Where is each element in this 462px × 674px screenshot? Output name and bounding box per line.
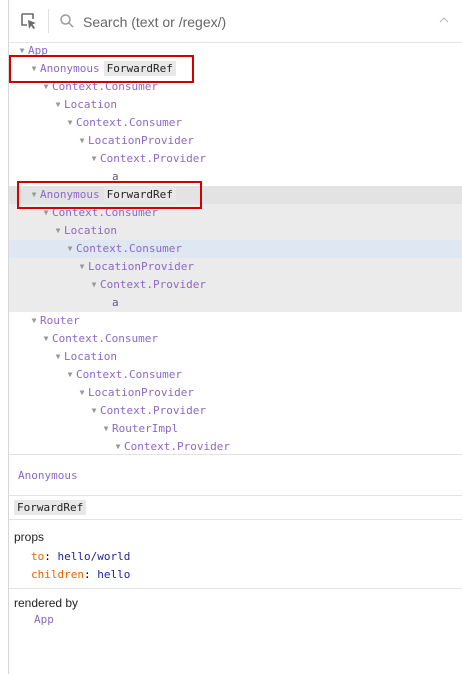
expand-caret-icon[interactable]: ▼ <box>40 204 52 222</box>
section-divider <box>9 588 462 589</box>
tree-node-badge: ForwardRef <box>103 61 176 76</box>
prop-key: to <box>31 550 45 563</box>
prop-colon: : <box>44 550 58 563</box>
expand-caret-icon[interactable]: ▼ <box>76 384 88 402</box>
tree-node-label: Context.Consumer <box>52 80 158 93</box>
tree-node-label: Context.Consumer <box>76 116 182 129</box>
expand-caret-icon[interactable]: ▼ <box>112 438 124 454</box>
expand-caret-icon[interactable]: ▼ <box>64 240 76 258</box>
component-tree: ▼ App ▼ Anonymous ForwardRef ▼ Context.Consume… <box>9 42 462 454</box>
tree-node-label: Context.Consumer <box>52 332 158 345</box>
tree-node-label: LocationProvider <box>88 134 194 147</box>
expand-caret-icon[interactable]: ▼ <box>88 402 100 420</box>
tree-node-label: Context.Provider <box>100 152 206 165</box>
tree-row[interactable]: ▼ Context.Consumer <box>9 330 462 348</box>
search-icon <box>60 14 74 28</box>
tree-row[interactable]: ▼ Anonymous ForwardRef <box>9 186 462 204</box>
tree-node-label: LocationProvider <box>88 260 194 273</box>
search-bar <box>9 0 462 43</box>
tree-row[interactable]: ▼ LocationProvider <box>9 132 462 150</box>
prop-key: children <box>31 568 84 581</box>
tree-node-label: App <box>28 44 48 57</box>
prop-row[interactable]: to: hello/world <box>31 550 130 563</box>
tree-row[interactable]: ▼ Context.Consumer <box>9 78 462 96</box>
expand-caret-icon[interactable]: ▼ <box>76 258 88 276</box>
tree-node-badge: ForwardRef <box>103 187 176 202</box>
prop-row[interactable]: children: hello <box>31 568 130 581</box>
tree-node-label: Context.Provider <box>100 404 206 417</box>
scroll-up-icon[interactable] <box>438 14 450 26</box>
forwardref-badge: ForwardRef <box>14 500 87 515</box>
expand-caret-icon[interactable]: ▼ <box>40 330 52 348</box>
tree-row[interactable]: ▼ Context.Consumer <box>9 240 462 258</box>
tree-row[interactable]: ▼ Context.Consumer <box>9 114 462 132</box>
expand-caret-icon[interactable]: ▼ <box>40 78 52 96</box>
tree-row[interactable]: ▼ Router <box>9 312 462 330</box>
tree-node-label: a <box>112 170 119 183</box>
tree-row[interactable]: ▼ Location <box>9 222 462 240</box>
tree-row[interactable]: ▼ Context.Consumer <box>9 366 462 384</box>
expand-caret-icon[interactable]: ▼ <box>88 276 100 294</box>
element-picker-icon[interactable] <box>19 11 39 31</box>
search-input[interactable] <box>81 9 425 35</box>
expand-caret-icon[interactable]: ▼ <box>28 60 40 78</box>
tree-node-label: Location <box>64 98 117 111</box>
prop-value: hello <box>97 568 131 581</box>
prop-value: hello/world <box>57 550 131 563</box>
expand-caret-icon[interactable]: ▼ <box>88 150 100 168</box>
expand-caret-icon[interactable]: ▼ <box>28 312 40 330</box>
expand-caret-icon[interactable]: ▼ <box>100 420 112 438</box>
tree-row[interactable]: a <box>9 168 462 186</box>
tree-row[interactable]: ▼ Context.Provider <box>9 438 462 454</box>
rendered-by-heading: rendered by <box>14 596 79 610</box>
section-divider <box>9 495 462 496</box>
tree-node-label: Context.Provider <box>100 278 206 291</box>
expand-caret-icon[interactable]: ▼ <box>76 132 88 150</box>
expand-caret-icon[interactable]: ▼ <box>52 348 64 366</box>
tree-row[interactable]: ▼ LocationProvider <box>9 384 462 402</box>
tree-node-label: a <box>112 296 119 309</box>
expand-caret-icon[interactable]: ▼ <box>52 96 64 114</box>
rendered-by-link[interactable]: App <box>34 613 54 626</box>
tree-node-label: Location <box>64 224 117 237</box>
tree-row[interactable]: ▼ RouterImpl <box>9 420 462 438</box>
prop-colon: : <box>83 568 98 581</box>
tree-node-label: LocationProvider <box>88 386 194 399</box>
section-divider <box>9 519 462 520</box>
expand-caret-icon[interactable]: ▼ <box>16 42 28 60</box>
tree-node-label: Context.Consumer <box>76 242 182 255</box>
tree-node-label: Router <box>40 314 80 327</box>
tree-row[interactable]: a <box>9 294 462 312</box>
tree-row[interactable]: ▼ Context.Provider <box>9 150 462 168</box>
tree-node-label: Context.Provider <box>124 440 230 453</box>
tree-row[interactable]: ▼ Anonymous ForwardRef <box>9 60 462 78</box>
tree-node-label: Context.Consumer <box>76 368 182 381</box>
tree-node-label: Context.Consumer <box>52 206 158 219</box>
tree-node-label: RouterImpl <box>112 422 179 435</box>
tree-row[interactable]: ▼ Context.Provider <box>9 276 462 294</box>
expand-caret-icon[interactable]: ▼ <box>52 222 64 240</box>
tree-row[interactable]: ▼ Location <box>9 348 462 366</box>
tree-row[interactable]: ▼ App <box>9 42 462 60</box>
tree-row[interactable]: ▼ Context.Consumer <box>9 204 462 222</box>
expand-caret-icon[interactable]: ▼ <box>64 366 76 384</box>
expand-caret-icon[interactable]: ▼ <box>64 114 76 132</box>
tree-row[interactable]: ▼ Context.Provider <box>9 402 462 420</box>
selected-component-name: Anonymous <box>18 469 78 482</box>
tree-node-label: Anonymous <box>40 62 100 75</box>
tree-node-label: Anonymous <box>40 188 100 201</box>
props-heading: props <box>14 530 45 544</box>
tree-row[interactable]: ▼ Location <box>9 96 462 114</box>
pane-divider <box>9 454 462 455</box>
tree-row[interactable]: ▼ LocationProvider <box>9 258 462 276</box>
toolbar-separator <box>48 9 49 33</box>
expand-caret-icon[interactable]: ▼ <box>28 186 40 204</box>
tree-node-label: Location <box>64 350 117 363</box>
